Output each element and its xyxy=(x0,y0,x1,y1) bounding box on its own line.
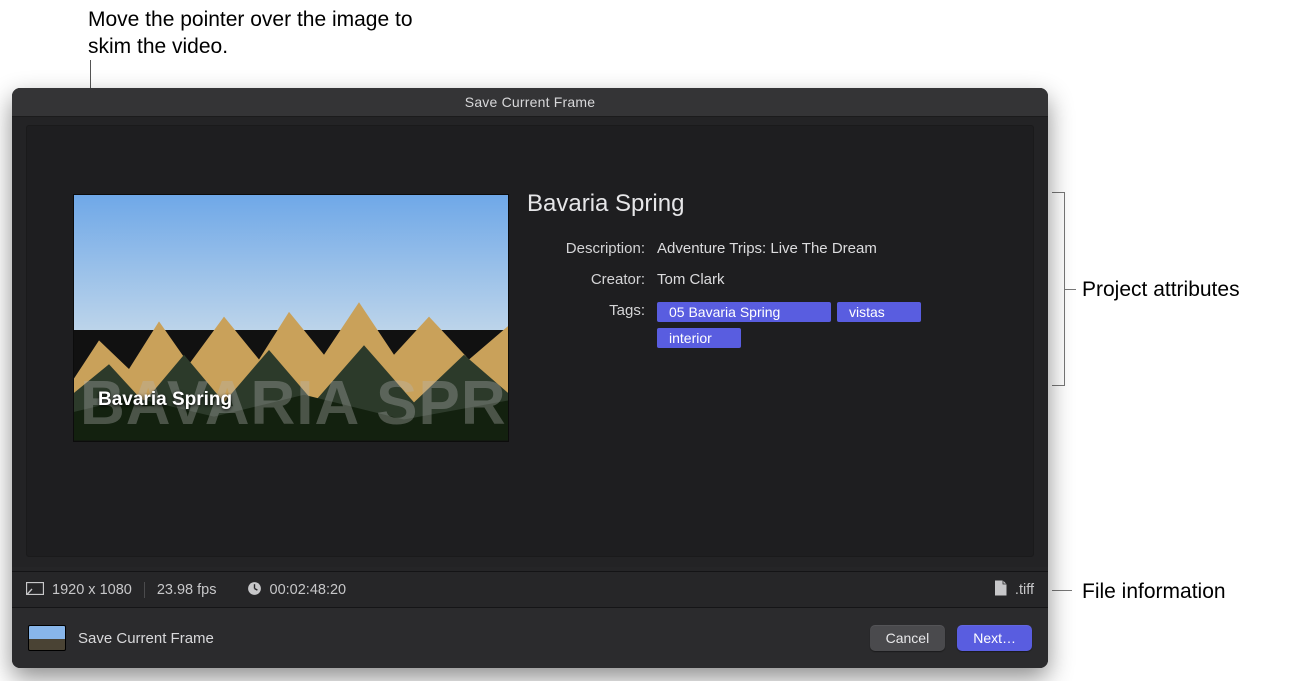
status-dimensions: 1920 x 1080 xyxy=(52,582,132,598)
footer-mini-thumbnail xyxy=(28,625,66,651)
thumbnail-overlay-title: Bavaria Spring xyxy=(98,389,232,411)
status-filetype: .tiff xyxy=(1015,582,1034,598)
callout-leader-fileinfo xyxy=(1052,590,1072,591)
attr-row-tags: Tags: 05 Bavaria Spring vistas interior xyxy=(527,302,1009,348)
file-icon xyxy=(994,580,1007,600)
video-thumbnail[interactable]: BAVARIA SPRING Bavaria Spring xyxy=(73,194,509,442)
content-frame: BAVARIA SPRING Bavaria Spring Bavaria Sp… xyxy=(26,125,1034,557)
cancel-button[interactable]: Cancel xyxy=(870,625,946,651)
thumbnail-overlay-large-text: BAVARIA SPRING xyxy=(74,321,508,441)
window-title: Save Current Frame xyxy=(12,88,1048,117)
attr-row-description: Description: Adventure Trips: Live The D… xyxy=(527,240,1009,257)
project-title: Bavaria Spring xyxy=(527,190,1009,218)
status-bar: 1920 x 1080 23.98 fps 00:02:48:20 .tiff xyxy=(12,571,1048,608)
creator-label: Creator: xyxy=(527,271,657,288)
clock-icon xyxy=(247,581,262,600)
aspect-ratio-icon xyxy=(26,582,44,599)
footer-bar: Save Current Frame Cancel Next… xyxy=(12,607,1048,668)
tag-item[interactable]: interior xyxy=(657,328,741,348)
tag-item[interactable]: vistas xyxy=(837,302,921,322)
callout-project-attributes: Project attributes xyxy=(1082,276,1282,303)
save-current-frame-panel: Save Current Frame Info Settings BAVARIA… xyxy=(12,88,1048,668)
description-value[interactable]: Adventure Trips: Live The Dream xyxy=(657,240,1009,257)
footer-title: Save Current Frame xyxy=(78,630,214,647)
tags-value[interactable]: 05 Bavaria Spring vistas interior xyxy=(657,302,1009,348)
next-button[interactable]: Next… xyxy=(957,625,1032,651)
callout-bracket-attributes xyxy=(1052,192,1065,386)
tags-label: Tags: xyxy=(527,302,657,319)
status-fps: 23.98 fps xyxy=(157,582,217,598)
callout-file-information: File information xyxy=(1082,578,1282,605)
creator-value[interactable]: Tom Clark xyxy=(657,271,1009,288)
tag-item[interactable]: 05 Bavaria Spring xyxy=(657,302,831,322)
description-label: Description: xyxy=(527,240,657,257)
panel-body: Info Settings BAVARIA SPRING Bavaria Spr… xyxy=(12,117,1048,567)
callout-skim: Move the pointer over the image to skim … xyxy=(88,6,438,61)
tags-wrap: 05 Bavaria Spring vistas interior xyxy=(657,302,987,348)
attr-row-creator: Creator: Tom Clark xyxy=(527,271,1009,288)
project-info-area: Bavaria Spring Description: Adventure Tr… xyxy=(527,190,1009,362)
status-separator xyxy=(144,582,145,598)
status-timecode: 00:02:48:20 xyxy=(270,582,347,598)
